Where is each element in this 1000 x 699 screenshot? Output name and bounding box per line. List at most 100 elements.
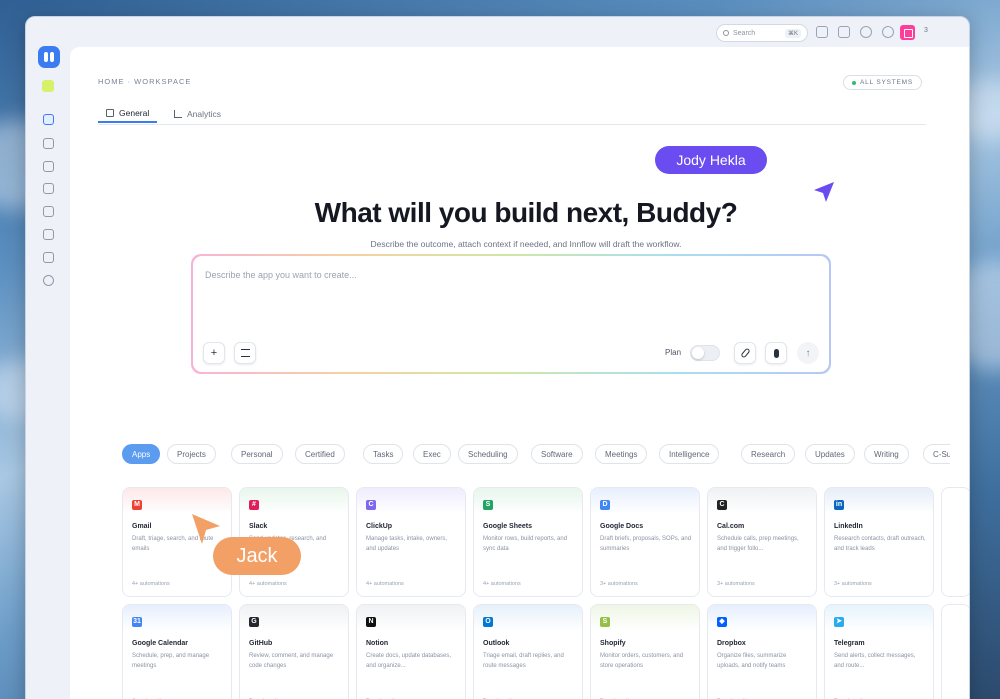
app-card-overflow[interactable] bbox=[941, 604, 969, 699]
prompt-placeholder: Describe the app you want to create... bbox=[205, 270, 357, 280]
shopify-icon: S bbox=[600, 617, 610, 627]
filter-chip-exec[interactable]: Exec bbox=[413, 444, 451, 464]
clickup-icon: C bbox=[366, 500, 376, 510]
app-card-clickup[interactable]: C ClickUp Manage tasks, intake, owners, an… bbox=[356, 487, 466, 597]
app-logo-icon[interactable] bbox=[38, 46, 60, 68]
card-automation-count: 3+ automations bbox=[600, 581, 638, 587]
filter-chip-scheduling[interactable]: Scheduling bbox=[458, 444, 518, 464]
attach-file-button[interactable] bbox=[734, 342, 756, 364]
document-icon[interactable] bbox=[43, 252, 54, 263]
filter-chip-research[interactable]: Research bbox=[741, 444, 796, 464]
card-automation-count: 3+ automations bbox=[717, 581, 755, 587]
plan-toggle[interactable] bbox=[690, 345, 720, 361]
app-card-shopify[interactable]: S Shopify Monitor orders, customers, and s… bbox=[590, 604, 700, 699]
card-title: Slack bbox=[249, 523, 268, 530]
book-icon[interactable] bbox=[816, 26, 828, 38]
card-automation-count: 4+ automations bbox=[132, 581, 170, 587]
card-description: Research contacts, draft outreach, and t… bbox=[834, 536, 926, 552]
app-card-google-docs[interactable]: D Google Docs Draft briefs, proposals, SOP… bbox=[590, 487, 700, 597]
settings-icon[interactable] bbox=[43, 275, 54, 286]
database-icon[interactable] bbox=[43, 161, 54, 172]
moon-icon[interactable] bbox=[882, 26, 894, 38]
templates-button[interactable] bbox=[234, 342, 256, 364]
prompt-box: Describe the app you want to create... +… bbox=[191, 254, 831, 374]
microphone-icon bbox=[773, 348, 779, 358]
gmail-icon: M bbox=[132, 500, 142, 510]
sheets-icon: S bbox=[483, 500, 493, 510]
tab-general[interactable]: General bbox=[98, 105, 158, 123]
filter-chip-tasks[interactable]: Tasks bbox=[363, 444, 404, 464]
telegram-icon: ➤ bbox=[834, 617, 844, 627]
search-icon bbox=[723, 30, 729, 36]
storage-icon[interactable] bbox=[43, 206, 54, 217]
main-panel: HOME · WORKSPACE ALL SYSTEMS General Ana… bbox=[70, 47, 969, 699]
library-icon[interactable] bbox=[43, 183, 54, 194]
tab-label: General bbox=[119, 108, 150, 118]
app-window: Search ⌘K 3 HOME · WORKSPACE ALL SYSTEMS bbox=[25, 16, 970, 699]
app-card-google-calendar[interactable]: 31 Google Calendar Schedule, prep, and man… bbox=[122, 604, 232, 699]
home-icon[interactable] bbox=[43, 114, 54, 125]
collaborator-cursor-label: Jack bbox=[213, 537, 301, 575]
app-card-google-sheets[interactable]: S Google Sheets Monitor rows, build report… bbox=[473, 487, 583, 597]
app-card-github[interactable]: G GitHub Review, comment, and manage code … bbox=[239, 604, 349, 699]
filter-chip-intelligence[interactable]: Intelligence bbox=[659, 444, 720, 464]
filter-chip-projects[interactable]: Projects bbox=[167, 444, 216, 464]
global-search[interactable]: Search ⌘K bbox=[716, 24, 808, 42]
calcom-icon: C bbox=[717, 500, 727, 510]
prompt-input[interactable]: Describe the app you want to create... +… bbox=[193, 256, 829, 372]
notes-icon[interactable] bbox=[43, 138, 54, 149]
app-card-telegram[interactable]: ➤ Telegram Send alerts, collect messages, … bbox=[824, 604, 934, 699]
app-card-overflow[interactable] bbox=[941, 487, 969, 597]
docs-icon: D bbox=[600, 500, 610, 510]
workspace-badge[interactable] bbox=[42, 80, 54, 92]
app-card-linkedin[interactable]: in LinkedIn Research contacts, draft outre… bbox=[824, 487, 934, 597]
chat-icon[interactable] bbox=[838, 26, 850, 38]
card-description: Schedule calls, prep meetings, and trigg… bbox=[717, 536, 799, 552]
search-shortcut: ⌘K bbox=[784, 28, 801, 38]
card-description: Monitor orders, customers, and store ope… bbox=[600, 653, 684, 669]
plus-icon: + bbox=[210, 347, 218, 359]
filter-chip-c-suite[interactable]: C-Suite bbox=[923, 444, 950, 464]
card-automation-count: 3+ automations bbox=[834, 581, 872, 587]
status-dot-icon bbox=[852, 80, 856, 85]
voice-input-button[interactable] bbox=[765, 342, 787, 364]
filter-chip-apps[interactable]: Apps bbox=[122, 444, 161, 464]
card-title: Outlook bbox=[483, 640, 510, 647]
send-button[interactable]: ↑ bbox=[797, 342, 819, 364]
app-card-dropbox[interactable]: ◆ Dropbox Organize files, summarize upload… bbox=[707, 604, 817, 699]
inbox-icon[interactable] bbox=[900, 25, 915, 40]
app-card-notion[interactable]: N Notion Create docs, update databases, an… bbox=[356, 604, 466, 699]
folder-icon[interactable] bbox=[43, 229, 54, 240]
app-card-cal-com[interactable]: C Cal.com Schedule calls, prep meetings, a… bbox=[707, 487, 817, 597]
help-icon[interactable] bbox=[860, 26, 872, 38]
collaborator-cursor-label: Jody Hekla bbox=[655, 146, 767, 174]
filter-chip-certified[interactable]: Certified bbox=[295, 444, 345, 464]
tab-bar: General Analytics bbox=[98, 103, 926, 125]
plan-label: Plan bbox=[665, 348, 682, 357]
breadcrumb[interactable]: HOME · WORKSPACE bbox=[98, 77, 191, 86]
add-attachment-button[interactable]: + bbox=[203, 342, 225, 364]
tab-label: Analytics bbox=[187, 109, 222, 119]
filter-chip-software[interactable]: Software bbox=[531, 444, 583, 464]
filter-chip-personal[interactable]: Personal bbox=[231, 444, 283, 464]
status-label: ALL SYSTEMS bbox=[860, 79, 913, 86]
card-description: Manage tasks, intake, owners, and update… bbox=[366, 536, 448, 552]
card-automation-count: 4+ automations bbox=[366, 581, 404, 587]
grid-icon bbox=[106, 109, 114, 117]
paperclip-icon bbox=[739, 347, 751, 359]
filter-chip-writing[interactable]: Writing bbox=[864, 444, 909, 464]
card-description: Draft briefs, proposals, SOPs, and summa… bbox=[600, 536, 692, 552]
card-title: Shopify bbox=[600, 640, 626, 647]
filter-chip-updates[interactable]: Updates bbox=[805, 444, 855, 464]
notification-count: 3 bbox=[924, 27, 928, 34]
notion-icon: N bbox=[366, 617, 376, 627]
card-description: Create docs, update databases, and organ… bbox=[366, 653, 452, 669]
app-card-outlook[interactable]: O Outlook Triage email, draft replies, and… bbox=[473, 604, 583, 699]
status-badge[interactable]: ALL SYSTEMS bbox=[843, 75, 922, 90]
arrow-up-icon: ↑ bbox=[805, 347, 811, 359]
card-title: Dropbox bbox=[717, 640, 746, 647]
page-subtitle: Describe the outcome, attach context if … bbox=[370, 239, 682, 249]
card-title: Cal.com bbox=[717, 523, 745, 530]
tab-analytics[interactable]: Analytics bbox=[174, 105, 221, 123]
filter-chip-meetings[interactable]: Meetings bbox=[595, 444, 648, 464]
